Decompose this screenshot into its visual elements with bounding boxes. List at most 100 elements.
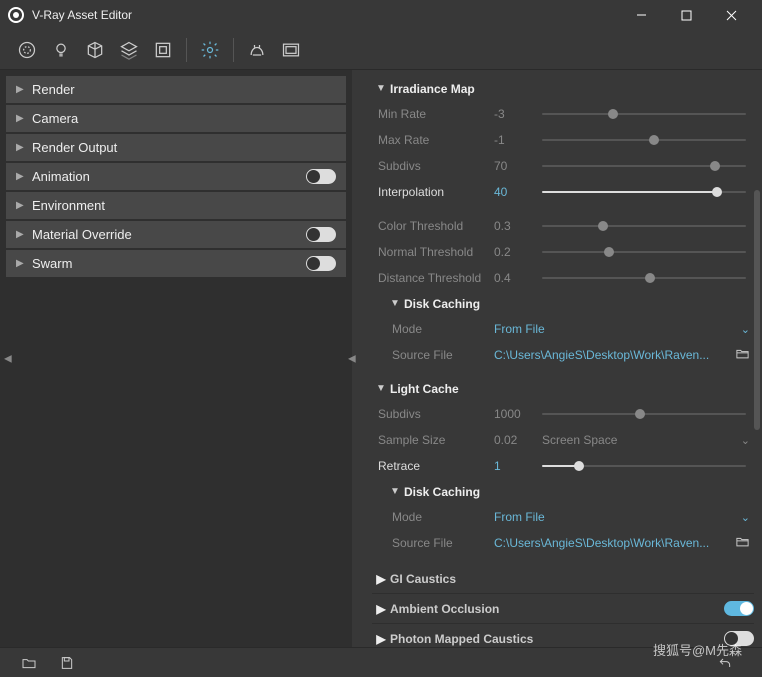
chevron-down-icon: ⌄ <box>741 434 750 447</box>
category-label: Camera <box>32 111 336 126</box>
category-label: Render <box>32 82 336 97</box>
irr-source-file-link[interactable]: C:\Users\AngieS\Desktop\Work\Raven... <box>494 348 735 362</box>
folder-open-icon[interactable] <box>735 346 750 364</box>
light-cache-header[interactable]: ▼Light Cache <box>372 376 754 401</box>
param-label: Min Rate <box>378 107 494 121</box>
param-value[interactable]: -3 <box>494 107 542 121</box>
minimize-button[interactable] <box>619 0 664 30</box>
param-value[interactable]: 0.3 <box>494 219 542 233</box>
category-environment[interactable]: ▶ Environment <box>6 192 346 219</box>
param-label: Color Threshold <box>378 219 494 233</box>
frame-buffer-icon[interactable] <box>274 33 308 67</box>
folder-open-icon[interactable] <box>735 534 750 552</box>
chevron-right-icon: ▶ <box>16 113 26 124</box>
category-toggle[interactable] <box>306 169 336 184</box>
toolbar <box>0 30 762 70</box>
gi-caustics-header[interactable]: ▶GI Caustics <box>372 564 754 594</box>
param-label: Interpolation <box>378 185 494 199</box>
ao-toggle[interactable] <box>724 601 754 616</box>
left-collapse-grip[interactable]: ◀ <box>4 353 12 364</box>
param-label: Max Rate <box>378 133 494 147</box>
section-title: Disk Caching <box>404 297 480 311</box>
retrace-slider[interactable] <box>542 458 746 474</box>
distance-threshold-slider[interactable] <box>542 270 746 286</box>
materials-icon[interactable] <box>10 33 44 67</box>
category-toggle[interactable] <box>306 256 336 271</box>
chevron-down-icon: ⌄ <box>741 511 750 524</box>
min-rate-slider[interactable] <box>542 106 746 122</box>
chevron-right-icon: ▶ <box>16 200 26 211</box>
maximize-button[interactable] <box>664 0 709 30</box>
param-value[interactable]: 40 <box>494 185 542 199</box>
category-camera[interactable]: ▶ Camera <box>6 105 346 132</box>
irradiance-map-header[interactable]: ▼Irradiance Map <box>372 76 754 101</box>
photon-mapped-caustics-header[interactable]: ▶Photon Mapped Caustics <box>372 624 754 647</box>
chevron-down-icon: ⌄ <box>741 323 750 336</box>
render-icon[interactable] <box>240 33 274 67</box>
normal-threshold-slider[interactable] <box>542 244 746 260</box>
right-panel: ▼Irradiance Map Min Rate-3 Max Rate-1 Su… <box>358 70 762 647</box>
param-label: Retrace <box>378 459 494 473</box>
param-label: Source File <box>392 536 494 550</box>
category-toggle[interactable] <box>306 227 336 242</box>
category-label: Material Override <box>32 227 306 242</box>
geometry-icon[interactable] <box>78 33 112 67</box>
param-value[interactable]: 0.4 <box>494 271 542 285</box>
lc-source-file-link[interactable]: C:\Users\AngieS\Desktop\Work\Raven... <box>494 536 735 550</box>
param-value[interactable]: 1000 <box>494 407 542 421</box>
param-value[interactable]: 1 <box>494 459 542 473</box>
textures-icon[interactable] <box>146 33 180 67</box>
lc-mode-dropdown[interactable]: From File <box>494 510 741 524</box>
chevron-right-icon: ▶ <box>16 171 26 182</box>
max-rate-slider[interactable] <box>542 132 746 148</box>
titlebar: V-Ray Asset Editor <box>0 0 762 30</box>
section-title: Irradiance Map <box>390 82 475 96</box>
param-value[interactable]: 0.2 <box>494 245 542 259</box>
lights-icon[interactable] <box>44 33 78 67</box>
category-animation[interactable]: ▶ Animation <box>6 163 346 190</box>
param-label: Sample Size <box>378 433 494 447</box>
param-label: Subdivs <box>378 407 494 421</box>
settings-icon[interactable] <box>193 33 227 67</box>
category-render-output[interactable]: ▶Render Output <box>6 134 346 161</box>
param-label: Mode <box>392 510 494 524</box>
chevron-right-icon: ▶ <box>16 142 26 153</box>
ambient-occlusion-header[interactable]: ▶Ambient Occlusion <box>372 594 754 624</box>
vray-logo-icon <box>8 7 24 23</box>
pmc-toggle[interactable] <box>724 631 754 646</box>
bottombar <box>0 647 762 677</box>
color-threshold-slider[interactable] <box>542 218 746 234</box>
undo-icon[interactable] <box>710 651 740 675</box>
interpolation-slider[interactable] <box>542 184 746 200</box>
category-render[interactable]: ▶ Render <box>6 76 346 103</box>
param-value[interactable]: 0.02 <box>494 433 542 447</box>
param-label: Distance Threshold <box>378 271 494 285</box>
param-label: Normal Threshold <box>378 245 494 259</box>
close-button[interactable] <box>709 0 754 30</box>
scrollbar[interactable] <box>754 190 760 430</box>
lc-subdivs-slider[interactable] <box>542 406 746 422</box>
left-panel: ◀ ▶Render▶Camera▶Render Output▶Animation… <box>0 70 352 647</box>
category-swarm[interactable]: ▶Swarm <box>6 250 346 277</box>
chevron-right-icon: ▶ <box>16 229 26 240</box>
category-label: Animation <box>32 169 306 184</box>
param-value[interactable]: -1 <box>494 133 542 147</box>
irr-disk-caching-header[interactable]: ▼Disk Caching <box>372 291 754 316</box>
param-label: Subdivs <box>378 159 494 173</box>
layers-icon[interactable] <box>112 33 146 67</box>
category-material-override[interactable]: ▶ Material Override <box>6 221 346 248</box>
irr-mode-dropdown[interactable]: From File <box>494 322 741 336</box>
save-icon[interactable] <box>52 651 82 675</box>
chevron-right-icon: ▶ <box>16 258 26 269</box>
chevron-right-icon: ▶ <box>16 84 26 95</box>
window-title: V-Ray Asset Editor <box>32 8 619 22</box>
open-folder-icon[interactable] <box>14 651 44 675</box>
lc-disk-caching-header[interactable]: ▼Disk Caching <box>372 479 754 504</box>
param-value[interactable]: 70 <box>494 159 542 173</box>
param-label: Mode <box>392 322 494 336</box>
subdivs-slider[interactable] <box>542 158 746 174</box>
sample-space-dropdown[interactable]: Screen Space <box>542 433 741 447</box>
section-title: Light Cache <box>390 382 459 396</box>
param-label: Source File <box>392 348 494 362</box>
category-label: Environment <box>32 198 336 213</box>
